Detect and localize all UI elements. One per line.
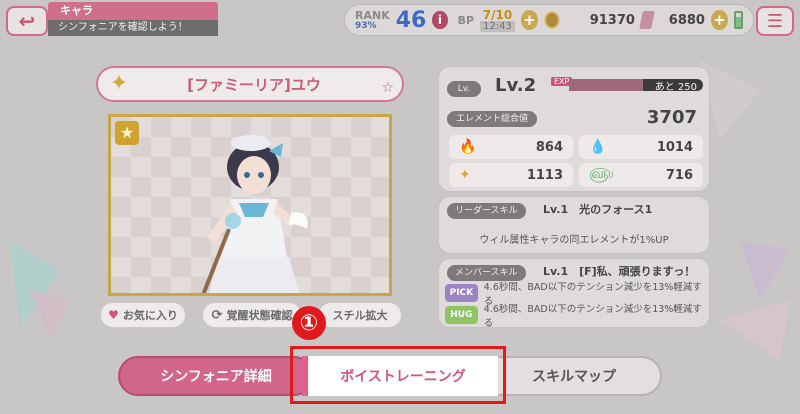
water-drop-icon: 💧 [589,139,607,155]
gem-count: 6880 [668,12,705,28]
page-subtitle: シンフォニアを確認しよう！ [48,20,218,36]
favorite-button[interactable]: ♥ お気に入り [100,302,186,328]
fire-value: 864 [535,139,563,155]
back-button[interactable]: ↩ [6,6,48,36]
still-zoom-button[interactable]: スチル拡大 [318,302,402,328]
rank-label: RANK [355,8,390,22]
light-stat: ✦ 1113 [449,163,573,187]
page-title: キャラ [48,2,218,20]
rank-block: RANK 93% [355,10,390,31]
gem-icon [639,11,655,29]
character-name: [ファミーリア]ユウ [187,75,321,94]
bp-block: 7/10 12:43 [480,9,515,32]
heart-icon: ♥ [108,308,119,322]
sparkle-icon: ✦ [459,167,471,183]
add-bp-button[interactable]: + [520,10,538,30]
bp-timer: 12:43 [480,20,515,32]
add-gem-button[interactable]: + [710,10,728,30]
coin-icon [543,11,560,29]
menu-button[interactable]: ☰ [756,6,794,36]
wind-swirl-icon: ௵ [589,166,614,182]
tab-voice-training[interactable]: ボイストレーニング [302,356,498,396]
exp-bar: あと 250 [569,79,703,93]
fire-icon: 🔥 [459,139,477,155]
info-icon[interactable]: i [432,11,448,29]
wind-value: 716 [665,167,693,183]
refresh-icon: ⟳ [211,307,223,323]
hug-skill-row: HUG 4.6秒間、BAD以下のテンション減少を13%軽減する [445,304,703,329]
hug-skill-description: 4.6秒間、BAD以下のテンション減少を13%軽減する [483,304,702,329]
light-value: 1113 [526,167,563,183]
fire-stat: 🔥 864 [449,135,573,159]
element-total-value: 3707 [646,107,697,128]
back-arrow-icon: ↩ [18,9,36,33]
element-total-label: エレメント総合値 [447,111,537,127]
awakening-check-button[interactable]: ⟳ 覚醒状態確認 [202,302,302,328]
pick-skill-row: PICK 4.6秒間、BAD以下のテンション減少を13%軽減する [445,282,703,307]
star-outline-icon[interactable]: ☆ [381,80,394,96]
character-illustration [201,135,308,293]
wind-stat: ௵ 716 [579,163,703,187]
awakening-label: 覚醒状態確認 [226,309,293,322]
level-tag: Lv. [447,81,481,97]
coin-count: 91370 [589,12,635,28]
stats-panel: Lv. Lv.2 EXP あと 250 エレメント総合値 3707 🔥 864 … [438,66,710,192]
step-number-badge: ① [292,306,326,340]
favorite-label: お気に入り [122,309,178,322]
water-stat: 💧 1014 [579,135,703,159]
rank-percent: 93% [355,20,377,31]
leader-skill-title: Lv.1 光のフォース1 [543,203,653,216]
leader-skill-panel: リーダースキル Lv.1 光のフォース1 ウィル属性キャラの同エレメントが1%U… [438,196,710,254]
member-skill-title: Lv.1 [F]私、頑張りますっ！ [543,265,696,278]
pick-icon: PICK [445,284,478,302]
bp-label: BP [457,13,475,27]
leader-skill-tag: リーダースキル [447,203,526,219]
tab-skill-map[interactable]: スキルマップ [486,356,662,396]
bp-value: 7/10 [482,7,513,22]
character-art[interactable]: ★ [108,114,392,296]
member-skill-panel: メンバースキル Lv.1 [F]私、頑張りますっ！ PICK 4.6秒間、BAD… [438,258,710,329]
rank-value: 46 [395,7,427,33]
character-name-plate: ✦ [ファミーリア]ユウ ☆ [96,66,404,102]
leader-skill-description: ウィル属性キャラの同エレメントが1%UP [479,235,669,246]
still-zoom-label: スチル拡大 [332,309,388,322]
water-value: 1014 [656,139,693,155]
level-value: Lv.2 [495,75,537,96]
tab-symphonia-detail[interactable]: シンフォニア詳細 [118,356,314,396]
status-bar: RANK 93% 46 i BP 7/10 12:43 + 91370 6880… [344,4,754,36]
hug-icon: HUG [445,306,478,324]
battery-icon [733,11,743,29]
sparkle-icon: ✦ [109,71,129,96]
exp-bar-fill [569,79,643,91]
exp-remaining: あと 250 [654,82,697,93]
hamburger-menu-icon: ☰ [766,10,784,32]
